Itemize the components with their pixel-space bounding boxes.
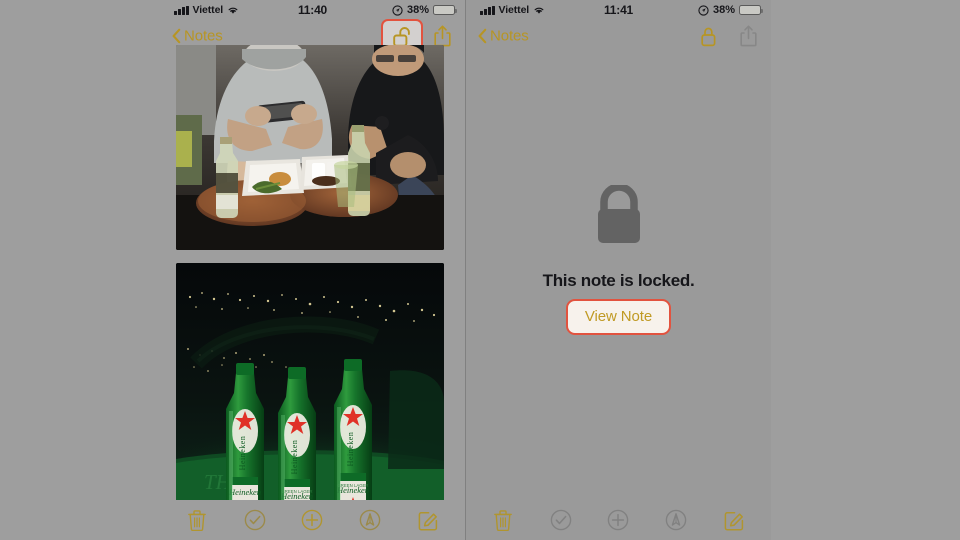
share-up-arrow-icon [739, 25, 757, 47]
chevron-left-icon [478, 28, 487, 44]
battery-low-power-icon [739, 4, 763, 16]
share-up-arrow-icon [433, 25, 451, 47]
status-bar-right: Viettel 11:41 38% [466, 0, 771, 20]
compose-pencil-icon [724, 511, 743, 531]
svg-text:Heineken: Heineken [346, 432, 355, 467]
markup-pen-circle-icon [359, 509, 381, 531]
checklist-button[interactable] [546, 505, 576, 535]
markup-button[interactable] [661, 505, 691, 535]
location-services-icon [698, 4, 709, 16]
trash-icon [187, 509, 206, 531]
plus-circle-icon [302, 509, 323, 531]
large-padlock-icon [597, 185, 640, 243]
locked-note-panel: This note is locked. View Note [466, 185, 771, 335]
back-button-label: Notes [490, 27, 529, 45]
photo-heineken-bottles-night[interactable]: THE Heineken Heineken GREEN LAGER [176, 263, 444, 500]
location-services-icon [392, 4, 403, 16]
compose-button[interactable] [719, 505, 749, 535]
add-attachment-button[interactable] [603, 505, 633, 535]
markup-button[interactable] [355, 505, 385, 535]
compose-pencil-icon [418, 511, 437, 531]
photo-heineken-bottles-night-image: THE Heineken Heineken GREEN LAGER [176, 263, 444, 500]
delete-button[interactable] [182, 505, 212, 535]
bottom-toolbar-right [466, 500, 771, 540]
status-bar-left: Viettel 11:40 38% [160, 0, 465, 20]
locked-message: This note is locked. [542, 271, 695, 290]
note-content-left: THE Heineken Heineken GREEN LAGER [160, 45, 465, 500]
battery-percent-label: 38% [712, 4, 735, 16]
delete-button[interactable] [488, 505, 518, 535]
back-to-notes-button[interactable]: Notes [172, 28, 223, 45]
add-attachment-button[interactable] [297, 505, 327, 535]
back-button-label: Notes [184, 27, 223, 45]
share-note-button[interactable] [735, 22, 761, 50]
svg-text:Heineken: Heineken [290, 440, 299, 475]
battery-percent-label: 38% [406, 4, 429, 16]
battery-low-power-icon [433, 4, 457, 16]
svg-text:GREEN LAGER: GREEN LAGER [281, 489, 312, 494]
screenshot-stage: Viettel 11:40 38% Notes THE Heineken Hei… [0, 0, 960, 540]
svg-text:GREEN LAGER: GREEN LAGER [337, 483, 368, 488]
status-right-group: 38% [698, 4, 763, 16]
nav-bar-right: Notes [466, 20, 771, 52]
phone-screen-left: Viettel 11:40 38% Notes THE Heineken Hei… [160, 0, 465, 540]
checkmark-circle-icon [550, 509, 571, 531]
markup-pen-circle-icon [665, 509, 687, 531]
trash-icon [493, 509, 512, 531]
view-note-button[interactable]: View Note [565, 299, 672, 335]
chevron-left-icon [172, 28, 181, 44]
status-right-group: 38% [392, 4, 457, 16]
compose-button[interactable] [413, 505, 443, 535]
unlocked-padlock-icon [392, 26, 410, 47]
back-to-notes-button[interactable]: Notes [478, 28, 529, 45]
photo-friends-at-table[interactable] [176, 45, 444, 250]
phone-screen-right: Viettel 11:41 38% Notes This note is loc… [465, 0, 771, 540]
checklist-button[interactable] [240, 505, 270, 535]
lock-note-button[interactable] [695, 22, 721, 50]
svg-text:Heineken: Heineken [238, 436, 247, 471]
bottom-toolbar-left [160, 500, 465, 540]
nav-actions-right [695, 22, 761, 50]
checkmark-circle-icon [244, 509, 265, 531]
photo-friends-at-table-image [176, 45, 444, 250]
locked-padlock-icon [700, 27, 715, 46]
plus-circle-icon [608, 509, 629, 531]
